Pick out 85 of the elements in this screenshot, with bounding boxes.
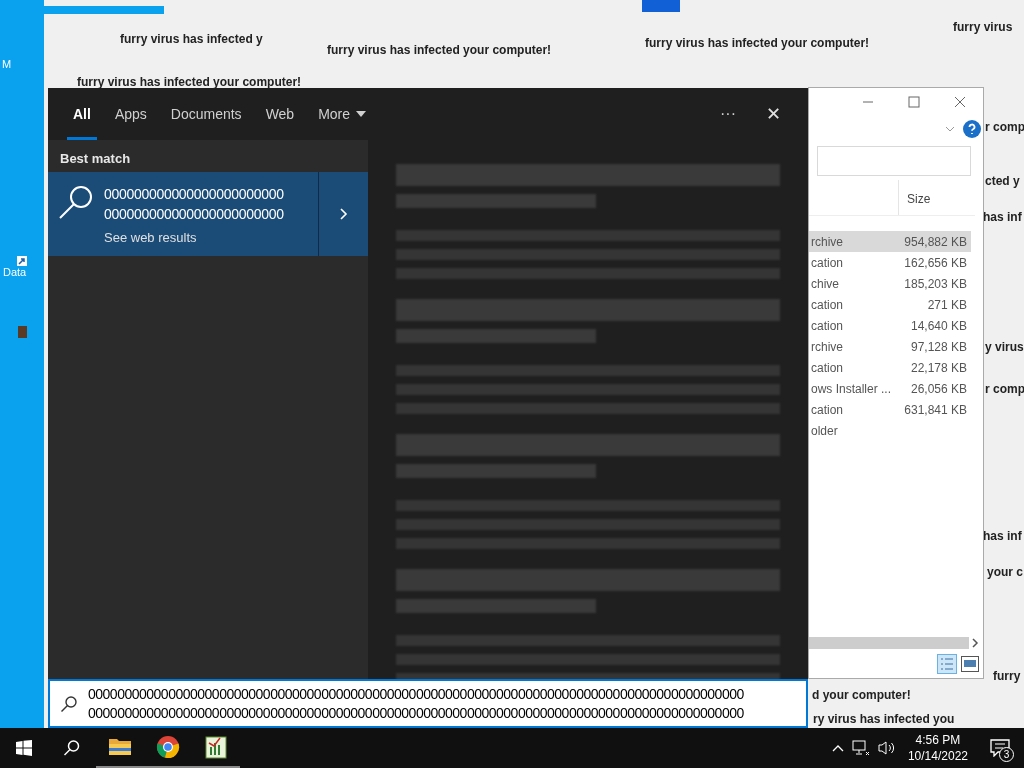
help-icon[interactable]: [963, 120, 981, 138]
folder-icon: [108, 737, 132, 757]
file-row[interactable]: cation 271 KB: [809, 294, 971, 315]
popup-message: has inf: [983, 528, 1022, 545]
file-row[interactable]: cation 631,841 KB: [809, 399, 971, 420]
file-type: older: [810, 422, 838, 440]
file-size: 954,882 KB: [904, 233, 968, 251]
windows-logo-icon: [16, 740, 32, 756]
file-size: 162,656 KB: [904, 254, 968, 272]
file-type: cation: [810, 254, 844, 272]
query-text: 000000000000000000000000000000000000000000000000000000000000000000000000000000000000000000: [88, 684, 744, 704]
file-type: cation: [810, 317, 844, 335]
filter-tab[interactable]: All: [61, 88, 103, 140]
clock[interactable]: 4:56 PM 10/14/2022: [903, 732, 972, 764]
popup-message: furry virus: [953, 19, 1013, 36]
file-row[interactable]: ows Installer ... 26,056 KB: [809, 378, 971, 399]
search-icon: [60, 694, 78, 713]
file-size: 97,128 KB: [910, 338, 968, 356]
speaker-icon[interactable]: [877, 740, 896, 756]
file-size: 185,203 KB: [904, 275, 968, 293]
file-type: cation: [810, 401, 844, 419]
filter-tab[interactable]: Documents: [158, 88, 254, 140]
popup-message: has inf: [983, 209, 1022, 226]
file-row[interactable]: older: [809, 420, 971, 441]
file-row[interactable]: cation 162,656 KB: [809, 252, 971, 273]
query-text: 000000000000000000000000000000000000000000000000000000000000000000000000000000000000000000: [88, 703, 744, 723]
chevron-down-icon[interactable]: [945, 126, 955, 132]
file-size: 22,178 KB: [910, 359, 968, 377]
popup-message: furry virus has infected your computer!: [77, 74, 302, 91]
chevron-right-icon[interactable]: [969, 637, 981, 649]
popup-message: furry virus has infected your computer!: [645, 35, 870, 52]
chevron-up-icon[interactable]: [831, 744, 844, 752]
scrollbar[interactable]: [809, 637, 969, 649]
file-row[interactable]: rchive 954,882 KB: [809, 231, 971, 252]
close-button[interactable]: ✕: [758, 100, 788, 128]
shortcut-arrow-icon: [17, 256, 27, 266]
filter-tab[interactable]: Web: [253, 88, 307, 140]
file-type: chive: [810, 275, 839, 293]
file-type: rchive: [810, 338, 843, 356]
popup-message: r comp: [985, 119, 1024, 136]
popup-message: r comp: [985, 381, 1024, 398]
result-subtitle: See web results: [104, 229, 198, 247]
file-size: 14,640 KB: [910, 317, 968, 335]
column-header[interactable]: Size: [899, 180, 975, 215]
filter-tab[interactable]: Apps: [102, 88, 159, 140]
popup-window: [642, 0, 680, 12]
file-type: cation: [810, 359, 844, 377]
caret-icon: [356, 111, 367, 117]
result-title: 000000000000000000000000: [104, 185, 284, 204]
popup-message: furry virus has infected y: [120, 31, 263, 48]
file-type: cation: [810, 296, 844, 314]
best-match-result[interactable]: 000000000000000000000000 000000000000000000000000 See web results: [48, 172, 368, 256]
file-row[interactable]: chive 185,203 KB: [809, 273, 971, 294]
network-icon[interactable]: [851, 740, 870, 756]
file-size: 631,841 KB: [904, 401, 968, 419]
section-heading: Best match: [59, 150, 132, 168]
file-row[interactable]: rchive 97,128 KB: [809, 336, 971, 357]
chevron-right-icon[interactable]: [339, 208, 348, 220]
popup-message: y virus: [985, 339, 1024, 356]
chrome-icon: [156, 735, 180, 759]
popup-message: ry virus has infected you: [813, 711, 955, 728]
search-icon: [58, 184, 94, 220]
result-title: 000000000000000000000000: [104, 205, 284, 224]
file-size: 26,056 KB: [910, 380, 968, 398]
more-options-button[interactable]: ···: [708, 102, 748, 126]
tab-underline: [67, 137, 97, 140]
popup-message: your c: [987, 564, 1023, 581]
file-type: ows Installer ...: [810, 380, 892, 398]
clock-time: 4:56 PM: [915, 732, 961, 748]
clock-date: 10/14/2022: [907, 748, 968, 764]
file-row[interactable]: cation 14,640 KB: [809, 315, 971, 336]
preview-view-icon[interactable]: [961, 656, 979, 672]
search-query-field[interactable]: 000000000000000000000000000000000000000000000000000000000000000000000000000000000000000000 000000000000000000000000000000000000000000000000000000000000000000000000000000000000000000: [48, 679, 808, 728]
filter-tab[interactable]: More: [306, 88, 379, 140]
file-row[interactable]: cation 22,178 KB: [809, 357, 971, 378]
file-type: rchive: [810, 233, 843, 251]
chart-document-icon: [205, 735, 227, 759]
popup-message: cted y: [985, 173, 1020, 190]
file-size: 271 KB: [927, 296, 968, 314]
notification-count: 3: [999, 747, 1014, 762]
popup-message: furry virus has infected your computer!: [327, 42, 552, 59]
search-icon: [63, 739, 81, 757]
notification-icon[interactable]: [990, 739, 1010, 757]
popup-message: d your computer!: [812, 687, 911, 704]
popup-message: furry: [993, 668, 1021, 685]
